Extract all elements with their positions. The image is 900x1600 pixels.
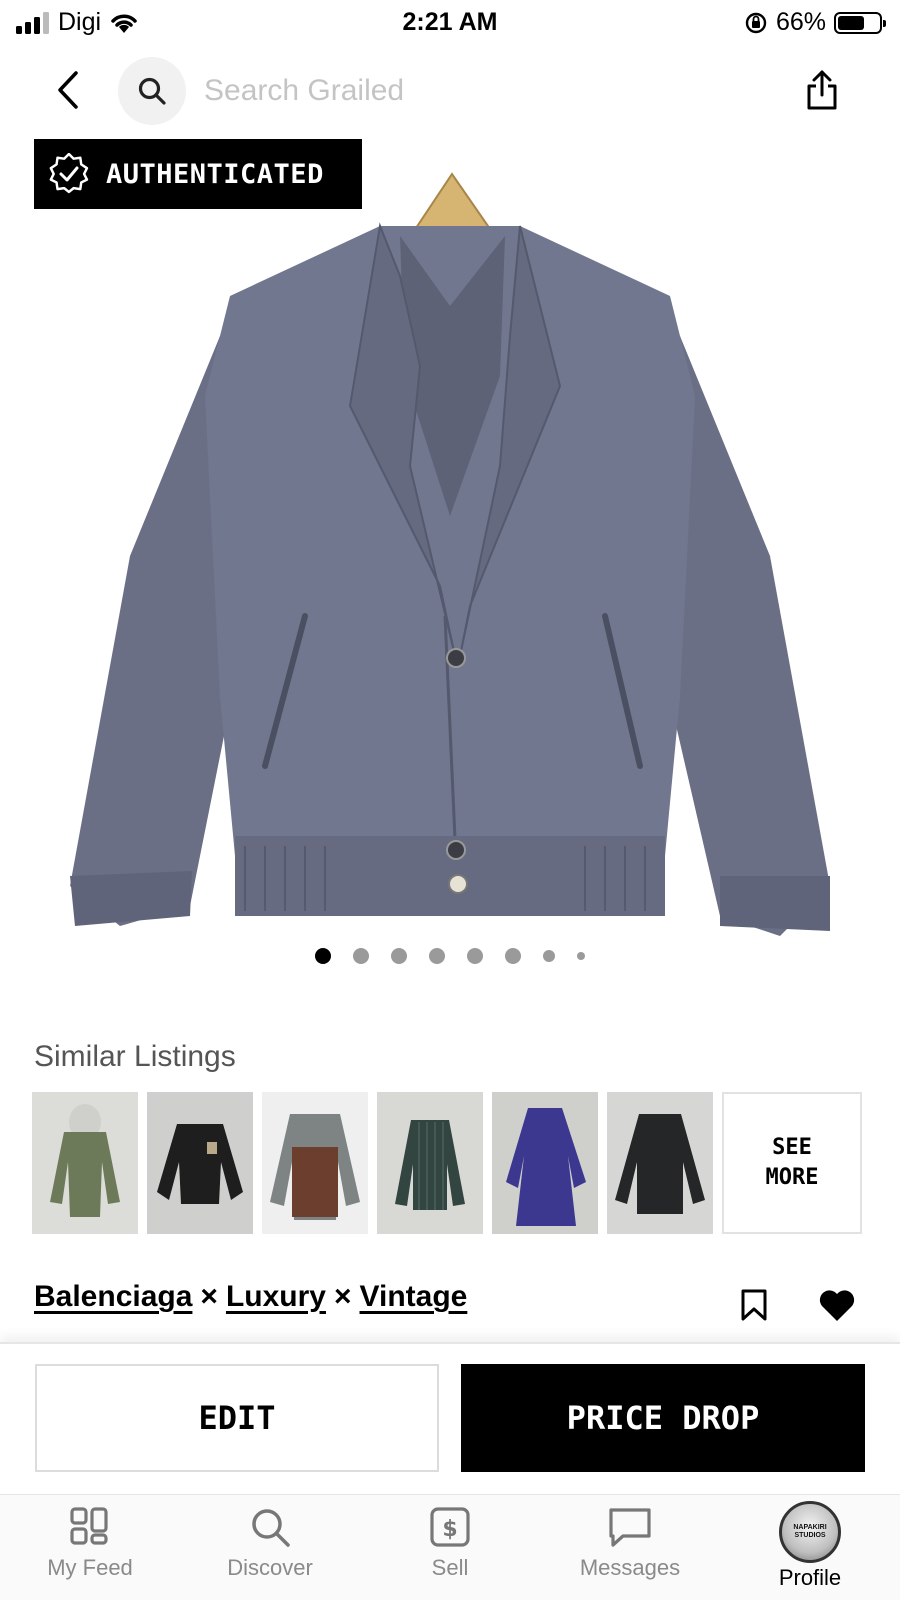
pagination-dot[interactable]: [315, 948, 331, 964]
pagination-dot[interactable]: [353, 948, 369, 964]
orientation-lock-icon: [745, 12, 767, 33]
image-pagination[interactable]: [0, 946, 900, 966]
feed-grid-icon: [70, 1507, 108, 1545]
search-icon: [252, 1509, 290, 1547]
chat-bubble-icon: [609, 1508, 651, 1547]
search-icon: [138, 77, 166, 105]
designer-separator: ×: [200, 1280, 218, 1313]
designer-links: Balenciaga × Luxury × Vintage: [34, 1280, 467, 1314]
denim-brown-jacket-image: [262, 1092, 368, 1234]
battery-fill: [838, 15, 865, 30]
tab-label: My Feed: [47, 1555, 133, 1580]
bookmark-button[interactable]: [740, 1288, 768, 1327]
edit-button[interactable]: EDIT: [35, 1364, 439, 1472]
avatar: NAPAKIRI STUDIOS: [779, 1501, 841, 1563]
pagination-dot[interactable]: [543, 950, 555, 962]
avatar-text: NAPAKIRI STUDIOS: [793, 1524, 827, 1539]
designer-link-luxury[interactable]: Luxury: [226, 1280, 326, 1314]
action-bar: EDIT PRICE DROP: [0, 1342, 900, 1492]
pagination-dot[interactable]: [467, 948, 483, 964]
top-nav: [0, 52, 900, 128]
bottom-tab-bar: My Feed Discover $ Sell Messages NAPAKIR…: [0, 1494, 900, 1600]
similar-listing-thumb[interactable]: [32, 1092, 138, 1234]
back-button[interactable]: [48, 66, 88, 114]
share-icon: [807, 70, 837, 110]
designer-link-vintage[interactable]: Vintage: [360, 1280, 468, 1314]
share-button[interactable]: [800, 64, 844, 116]
tab-label: Profile: [778, 1565, 842, 1590]
designer-link-balenciaga[interactable]: Balenciaga: [34, 1280, 192, 1314]
blue-coat-image: [492, 1092, 598, 1234]
similar-listings-row: SEE MORE: [32, 1092, 862, 1234]
similar-listings-title: Similar Listings: [34, 1040, 236, 1073]
battery-percent: 66%: [775, 8, 826, 36]
tab-my-feed[interactable]: My Feed: [0, 1495, 180, 1600]
tab-discover[interactable]: Discover: [180, 1495, 360, 1600]
designer-separator: ×: [333, 1280, 352, 1313]
pagination-dot[interactable]: [391, 948, 407, 964]
tab-label: Discover: [227, 1555, 313, 1580]
verified-check-icon: [49, 153, 89, 194]
search-input[interactable]: [204, 74, 744, 108]
chevron-left-icon: [58, 71, 78, 109]
search-bar[interactable]: [118, 57, 778, 125]
favorite-button[interactable]: [818, 1288, 856, 1327]
pagination-dot[interactable]: [505, 948, 521, 964]
svg-text:$: $: [442, 1517, 457, 1542]
striped-blazer-image: [377, 1092, 483, 1234]
jacket-photo: [70, 172, 830, 936]
tab-profile[interactable]: NAPAKIRI STUDIOS Profile: [720, 1495, 900, 1600]
green-hooded-jacket-image: [32, 1092, 138, 1234]
similar-listing-thumb[interactable]: [377, 1092, 483, 1234]
black-utility-jacket-image: [607, 1092, 713, 1234]
pagination-dot[interactable]: [577, 952, 585, 960]
tab-messages[interactable]: Messages: [540, 1495, 720, 1600]
similar-listing-thumb[interactable]: [147, 1092, 253, 1234]
pagination-dot[interactable]: [429, 948, 445, 964]
authenticated-label: AUTHENTICATED: [106, 158, 324, 190]
tab-label: Messages: [579, 1555, 681, 1580]
status-right: 66%: [744, 8, 886, 37]
tab-label: Sell: [431, 1555, 469, 1580]
dollar-tag-icon: $: [430, 1507, 470, 1547]
see-more-button[interactable]: SEE MORE: [722, 1092, 862, 1234]
tab-sell[interactable]: $ Sell: [360, 1495, 540, 1600]
search-icon-button[interactable]: [118, 57, 186, 125]
price-drop-button[interactable]: PRICE DROP: [461, 1364, 865, 1472]
authenticated-badge: AUTHENTICATED: [34, 139, 362, 209]
similar-listing-thumb[interactable]: [607, 1092, 713, 1234]
similar-listing-thumb[interactable]: [262, 1092, 368, 1234]
similar-listing-thumb[interactable]: [492, 1092, 598, 1234]
heart-icon: [819, 1290, 855, 1321]
bookmark-icon: [741, 1289, 767, 1321]
status-bar: Digi 2:21 AM 66%: [0, 0, 900, 46]
black-jacket-image: [147, 1092, 253, 1234]
battery-icon: [834, 11, 886, 34]
product-image[interactable]: AUTHENTICATED: [0, 136, 900, 956]
